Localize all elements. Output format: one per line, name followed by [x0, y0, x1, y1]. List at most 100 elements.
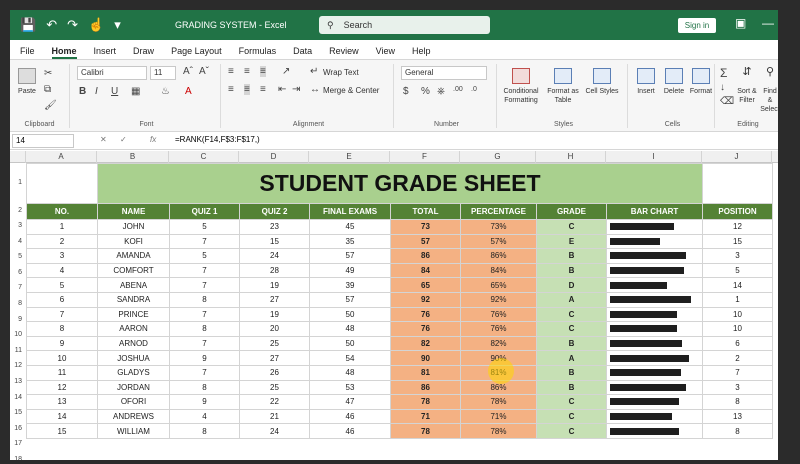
increase-indent-icon[interactable]: ⇥ — [292, 84, 300, 95]
delete-cells-button[interactable]: Delete — [661, 68, 687, 96]
column-header-b[interactable]: B — [97, 151, 169, 163]
tab-data[interactable]: Data — [293, 46, 312, 59]
cell-total[interactable]: 90 — [390, 350, 461, 366]
cell-no[interactable]: 8 — [26, 321, 98, 337]
format-as-table-button[interactable]: Format as Table — [544, 68, 582, 105]
cancel-icon[interactable]: ✕ — [100, 135, 107, 144]
cell-total[interactable]: 81 — [390, 364, 461, 381]
cell-quiz1[interactable]: 8 — [169, 291, 240, 308]
cell-percentage[interactable]: 65% — [460, 277, 537, 293]
conditional-formatting-button[interactable]: Conditional Formatting — [500, 68, 542, 105]
cell-bar-chart[interactable] — [606, 364, 703, 381]
cell-no[interactable]: 7 — [26, 306, 98, 323]
cut-icon[interactable]: ✂ — [44, 68, 52, 79]
cell-j1[interactable] — [702, 163, 773, 204]
cell-no[interactable]: 13 — [26, 394, 98, 410]
cell-grade[interactable]: A — [536, 350, 607, 366]
sort-filter-button[interactable]: ⇵ Sort & Filter — [736, 67, 758, 105]
cell-name[interactable]: OFORI — [97, 394, 170, 410]
cell-grade[interactable]: C — [536, 394, 607, 410]
cell-quiz2[interactable]: 19 — [239, 306, 310, 323]
tab-review[interactable]: Review — [329, 46, 359, 59]
row-header[interactable]: 13 — [10, 378, 24, 385]
cell-name[interactable]: SANDRA — [97, 291, 170, 308]
cell-quiz1[interactable]: 7 — [169, 335, 240, 352]
increase-font-icon[interactable]: Aˆ — [183, 66, 193, 77]
cell-no[interactable]: 9 — [26, 335, 98, 352]
row-header[interactable]: 6 — [10, 269, 24, 276]
cell-no[interactable]: 1 — [26, 219, 98, 235]
cell-quiz2[interactable]: 27 — [239, 291, 310, 308]
cell-position[interactable]: 8 — [702, 394, 773, 410]
cell-position[interactable]: 13 — [702, 408, 773, 425]
header-final-exams[interactable]: FINAL EXAMS — [309, 203, 391, 220]
cell-bar-chart[interactable] — [606, 335, 703, 352]
header-total[interactable]: TOTAL — [390, 203, 461, 220]
row-header[interactable]: 4 — [10, 238, 24, 245]
clear-icon[interactable]: ⌫ — [720, 96, 734, 107]
cell-percentage[interactable]: 57% — [460, 233, 537, 250]
column-header-f[interactable]: F — [390, 151, 460, 163]
minimize-icon[interactable]: — — [762, 16, 774, 30]
cell-final-exams[interactable]: 45 — [309, 219, 391, 235]
undo-icon[interactable]: ↶ — [46, 17, 57, 33]
cell-grade[interactable]: B — [536, 379, 607, 396]
align-middle-icon[interactable]: ≡ — [244, 66, 250, 77]
currency-icon[interactable]: $ — [403, 86, 409, 97]
cell-styles-button[interactable]: Cell Styles — [584, 68, 620, 96]
cell-bar-chart[interactable] — [606, 394, 703, 410]
row-header[interactable]: 8 — [10, 300, 24, 307]
cell-quiz2[interactable]: 23 — [239, 219, 310, 235]
cell-percentage[interactable]: 76% — [460, 306, 537, 323]
column-header-j[interactable]: J — [702, 151, 772, 163]
cell-quiz2[interactable]: 25 — [239, 379, 310, 396]
search-input[interactable]: ⚲ Search — [319, 16, 490, 34]
cell-quiz1[interactable]: 9 — [169, 394, 240, 410]
cell-total[interactable]: 78 — [390, 423, 461, 439]
paste-button[interactable]: Paste — [16, 68, 38, 96]
cell-total[interactable]: 78 — [390, 394, 461, 410]
redo-icon[interactable]: ↷ — [67, 17, 78, 33]
row-header[interactable]: 18 — [10, 456, 24, 460]
column-header-i[interactable]: I — [606, 151, 702, 163]
align-top-icon[interactable]: ≡ — [228, 66, 234, 77]
cell-percentage[interactable]: 78% — [460, 423, 537, 439]
cell-grade[interactable]: C — [536, 423, 607, 439]
row-header[interactable]: 7 — [10, 284, 24, 291]
cell-grade[interactable]: C — [536, 306, 607, 323]
cell-name[interactable]: WILLIAM — [97, 423, 170, 439]
cell-total[interactable]: 65 — [390, 277, 461, 293]
sign-in-button[interactable]: Sign in — [678, 18, 716, 33]
cell-grade[interactable]: B — [536, 364, 607, 381]
percent-icon[interactable]: % — [421, 86, 430, 97]
cell-final-exams[interactable]: 53 — [309, 379, 391, 396]
header-no[interactable]: NO. — [26, 203, 98, 220]
column-header-e[interactable]: E — [309, 151, 390, 163]
fill-color-icon[interactable]: ♨ — [161, 86, 170, 97]
cell-position[interactable]: 3 — [702, 248, 773, 264]
wrap-text-icon[interactable]: ↵ — [310, 66, 318, 77]
cell-quiz1[interactable]: 9 — [169, 350, 240, 366]
tab-draw[interactable]: Draw — [133, 46, 154, 59]
cell-quiz2[interactable]: 26 — [239, 364, 310, 381]
format-cells-button[interactable]: Format — [688, 68, 714, 96]
align-bottom-icon[interactable]: ≡ — [260, 66, 266, 77]
cell-final-exams[interactable]: 49 — [309, 262, 391, 279]
tab-file[interactable]: File — [20, 46, 35, 59]
formula-input[interactable]: =RANK(F14,F$3:F$17,) — [175, 135, 260, 144]
row-header[interactable]: 16 — [10, 425, 24, 432]
cell-quiz1[interactable]: 7 — [169, 277, 240, 293]
cell-bar-chart[interactable] — [606, 277, 703, 293]
cell-grade[interactable]: E — [536, 233, 607, 250]
cell-total[interactable]: 76 — [390, 321, 461, 337]
cell-bar-chart[interactable] — [606, 262, 703, 279]
tab-help[interactable]: Help — [412, 46, 431, 59]
cell-final-exams[interactable]: 48 — [309, 364, 391, 381]
row-header[interactable]: 2 — [10, 207, 24, 214]
cell-name[interactable]: AARON — [97, 321, 170, 337]
number-format-select[interactable]: General — [401, 66, 487, 80]
cell-position[interactable]: 10 — [702, 321, 773, 337]
cell-total[interactable]: 86 — [390, 248, 461, 264]
cell-no[interactable]: 3 — [26, 248, 98, 264]
tab-formulas[interactable]: Formulas — [239, 46, 277, 59]
